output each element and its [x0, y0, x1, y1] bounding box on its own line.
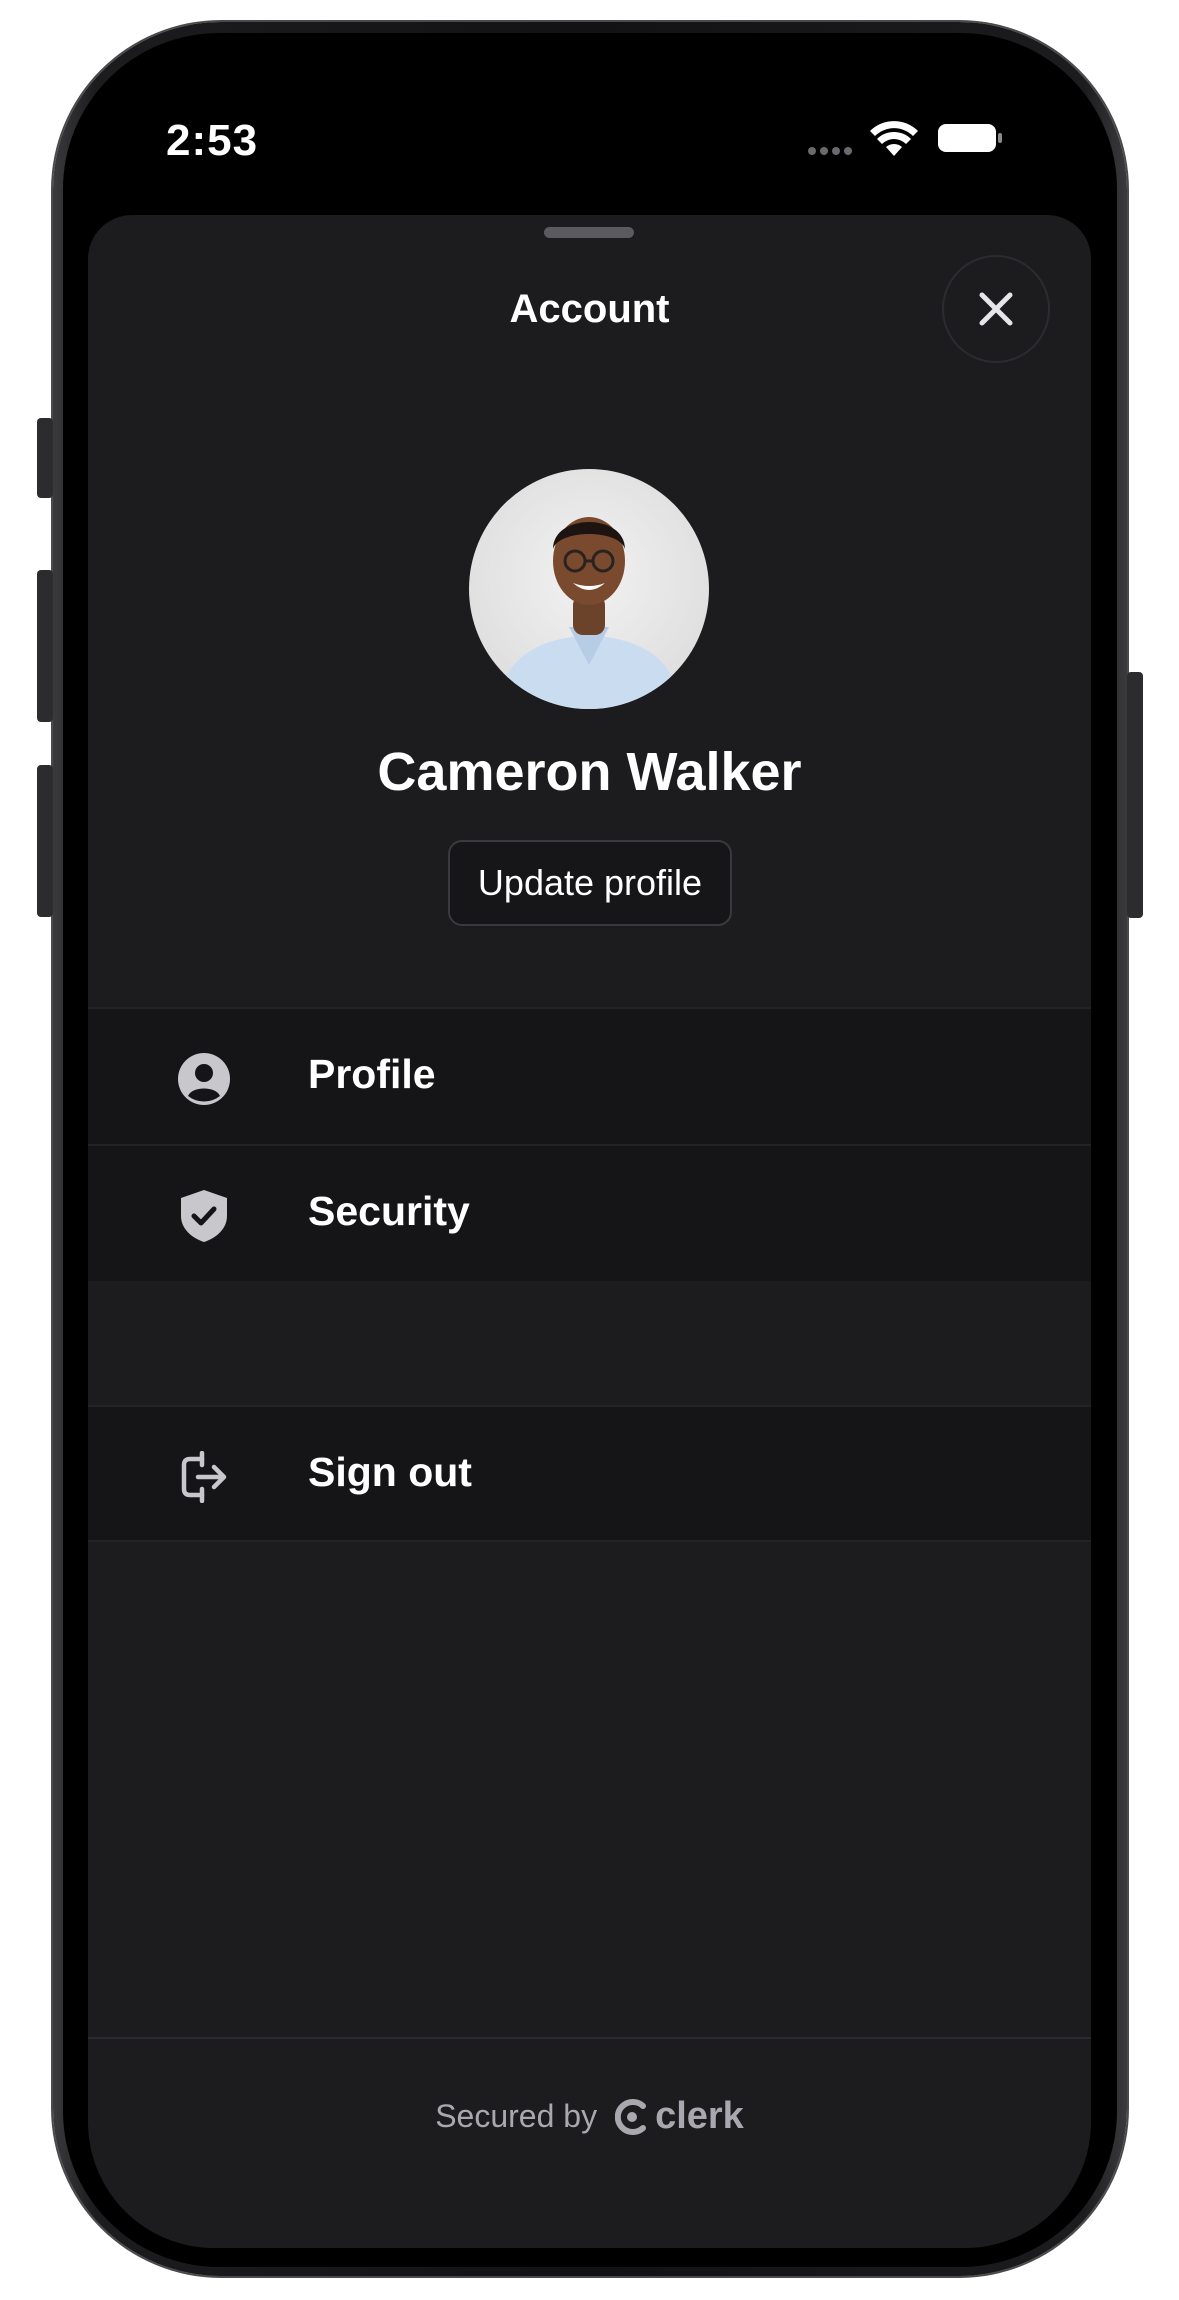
- menu-item-label: Sign out: [308, 1449, 472, 1495]
- menu-item-label: Profile: [308, 1051, 436, 1097]
- wifi-icon: [870, 121, 918, 156]
- account-sheet: Account Cameron Walker Update profile Pr…: [88, 215, 1091, 2248]
- avatar: [469, 469, 709, 709]
- secured-by-text: Secured by: [435, 2098, 598, 2134]
- footer-divider: [88, 2037, 1091, 2039]
- power-button: [1127, 672, 1143, 918]
- status-time: 2:53: [166, 116, 259, 165]
- avatar-photo: [497, 517, 681, 709]
- clerk-logo[interactable]: clerk: [615, 2095, 744, 2138]
- person-circle-icon: [176, 1051, 232, 1107]
- volume-up-button: [37, 570, 53, 722]
- menu-item-sign-out[interactable]: Sign out: [88, 1405, 1091, 1542]
- clerk-brand-text: clerk: [655, 2095, 744, 2137]
- battery-icon: [938, 124, 1002, 152]
- clerk-logo-icon: [615, 2098, 647, 2135]
- user-name: Cameron Walker: [377, 742, 802, 802]
- sheet-title: Account: [509, 287, 670, 331]
- update-profile-button[interactable]: Update profile: [448, 840, 732, 926]
- footer: Secured by clerk: [88, 2095, 1091, 2138]
- shield-check-icon: [176, 1188, 232, 1244]
- menu-item-security[interactable]: Security: [88, 1144, 1091, 1281]
- menu-item-label: Security: [308, 1188, 470, 1234]
- volume-down-button: [37, 765, 53, 917]
- menu-item-profile[interactable]: Profile: [88, 1007, 1091, 1144]
- close-button[interactable]: [942, 255, 1050, 363]
- sheet-grabber[interactable]: [544, 227, 634, 238]
- sign-out-icon: [176, 1449, 232, 1505]
- mute-switch: [37, 418, 53, 498]
- status-icons: [808, 121, 1002, 156]
- close-icon: [979, 292, 1013, 326]
- signal-dots-icon: [808, 147, 852, 155]
